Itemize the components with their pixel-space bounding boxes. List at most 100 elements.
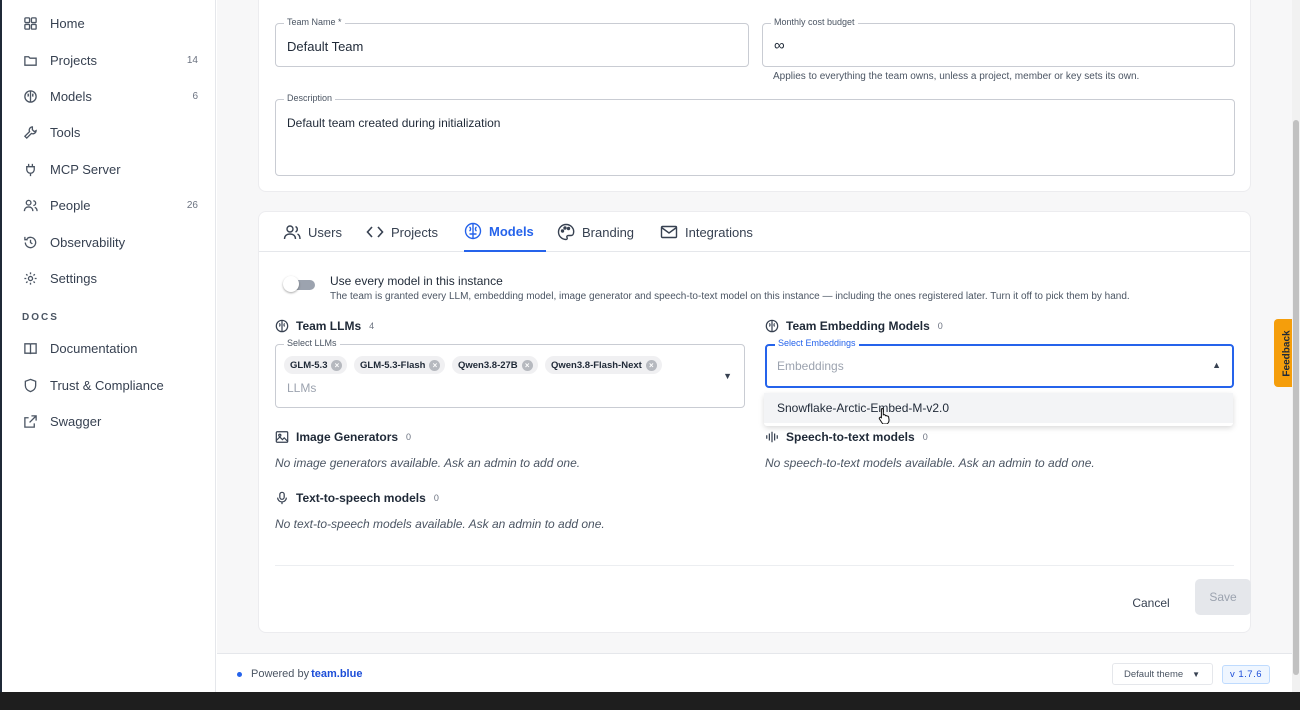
sidebar-item-projects[interactable]: Projects 14 [22,48,198,72]
toggle-knob [283,276,299,292]
monthly-budget-field[interactable]: Monthly cost budget ∞ [762,17,1235,67]
save-button[interactable]: Save [1195,579,1251,615]
tab-bar: Users Projects Models Branding Integrati… [259,212,1250,252]
sidebar-item-home[interactable]: Home [22,11,198,35]
scrollbar[interactable] [1292,0,1300,692]
llm-chip[interactable]: Qwen3.8-27B × [452,356,538,374]
sidebar-item-models[interactable]: Models 6 [22,84,198,108]
sidebar-item-trust-compliance[interactable]: Trust & Compliance [22,373,198,397]
sidebar-item-count: 14 [186,54,198,66]
external-link-icon [22,413,38,429]
sidebar-item-label: People [50,197,91,213]
section-count: 0 [937,321,943,331]
sidebar-item-label: Projects [50,52,97,68]
sidebar-item-label: MCP Server [50,161,121,177]
budget-helper-text: Applies to everything the team owns, unl… [773,71,1140,82]
version-badge: v 1.7.6 [1222,665,1270,684]
llm-select[interactable]: Select LLMs GLM-5.3 × GLM-5.3-Flash × Qwen… [275,338,745,408]
section-title: Text-to-speech models [296,491,426,505]
embeddings-placeholder: Embeddings [777,359,844,373]
tab-label: Projects [391,224,438,240]
sidebar-item-people[interactable]: People 26 [22,193,198,217]
status-dot-icon [237,671,242,677]
chip-label: Qwen3.8-Flash-Next [551,359,642,371]
brand-link[interactable]: team.blue [311,668,362,680]
embeddings-select-label: Select Embeddings [775,338,859,348]
embeddings-select[interactable]: Select Embeddings Embeddings ▲ [765,338,1234,388]
chip-remove-icon[interactable]: × [331,359,343,371]
taskbar [0,692,1300,710]
llm-chip[interactable]: GLM-5.3 × [284,356,348,374]
brain-icon [275,319,289,333]
tab-label: Models [489,223,534,239]
sidebar-item-label: Models [50,88,92,104]
tab-users[interactable]: Users [283,212,342,252]
sidebar: Home Projects 14 Models 6 Tools MCP Serv… [2,0,216,692]
llm-select-label: Select LLMs [284,338,340,348]
sidebar-item-documentation[interactable]: Documentation [22,336,198,360]
sidebar-item-settings[interactable]: Settings [22,266,198,290]
chevron-down-icon[interactable]: ▼ [723,371,732,381]
docs-heading: DOCS [22,312,59,323]
toggle-description: The team is granted every LLM, embedding… [330,291,1130,302]
powered-by-prefix: Powered by [251,668,310,680]
hand-cursor-icon [878,407,890,424]
cancel-button[interactable]: Cancel [1116,589,1186,617]
team-name-value: Default Team [287,39,364,54]
tab-branding[interactable]: Branding [557,212,634,252]
sidebar-item-swagger[interactable]: Swagger [22,409,198,433]
chip-remove-icon[interactable]: × [645,359,657,371]
scrollbar-thumb[interactable] [1293,120,1299,675]
history-icon [22,234,38,250]
description-field[interactable]: Description Default team created during … [275,93,1235,176]
section-title: Image Generators [296,430,399,444]
team-name-label: Team Name * [284,17,345,27]
wrench-icon [22,124,38,140]
audio-wave-icon [765,430,779,444]
llm-chip[interactable]: GLM-5.3-Flash × [354,356,446,374]
caret-down-icon: ▼ [1192,669,1201,679]
text-to-speech-empty: No text-to-speech models available. Ask … [275,517,605,531]
brain-icon [464,222,482,240]
sidebar-item-tools[interactable]: Tools [22,120,198,144]
tab-models[interactable]: Models [464,212,546,252]
description-value: Default team created during initializati… [287,116,501,130]
users-icon [283,223,301,241]
gear-icon [22,270,38,286]
main-content: Team Name * Default Team Monthly cost bu… [217,0,1292,692]
microphone-icon [275,491,289,505]
description-label: Description [284,93,336,103]
chip-remove-icon[interactable]: × [521,359,533,371]
section-title: Speech-to-text models [786,430,915,444]
chevron-up-icon[interactable]: ▲ [1212,360,1221,370]
book-icon [22,340,38,356]
sidebar-item-observability[interactable]: Observability [22,230,198,254]
palette-icon [557,223,575,241]
toggle-title: Use every model in this instance [330,274,503,288]
tab-projects[interactable]: Projects [366,212,438,252]
embeddings-option[interactable]: Snowflake-Arctic-Embed-M-v2.0 [764,393,1233,423]
monthly-budget-label: Monthly cost budget [771,17,858,27]
section-title: Team Embedding Models [786,319,930,333]
sidebar-item-count: 6 [192,90,198,102]
chip-label: Qwen3.8-27B [458,359,518,371]
section-count: 0 [433,493,439,503]
grid-icon [22,15,38,31]
section-count: 0 [406,432,412,442]
theme-select[interactable]: Default theme ▼ [1112,663,1213,685]
chip-remove-icon[interactable]: × [429,359,441,371]
image-generators-empty: No image generators available. Ask an ad… [275,456,581,470]
sidebar-item-label: Documentation [50,340,138,356]
team-name-field[interactable]: Team Name * Default Team [275,17,749,67]
tab-integrations[interactable]: Integrations [660,212,753,252]
sidebar-item-mcp-server[interactable]: MCP Server [22,157,198,181]
mail-icon [660,223,678,241]
brain-icon [22,88,38,104]
sidebar-item-label: Swagger [50,413,102,429]
use-all-models-toggle[interactable] [283,276,315,292]
section-count: 0 [922,432,928,442]
image-icon [275,430,289,444]
theme-select-value: Default theme [1124,668,1184,680]
llm-chip[interactable]: Qwen3.8-Flash-Next × [545,356,662,374]
team-llms-heading: Team LLMs 4 [275,319,374,333]
